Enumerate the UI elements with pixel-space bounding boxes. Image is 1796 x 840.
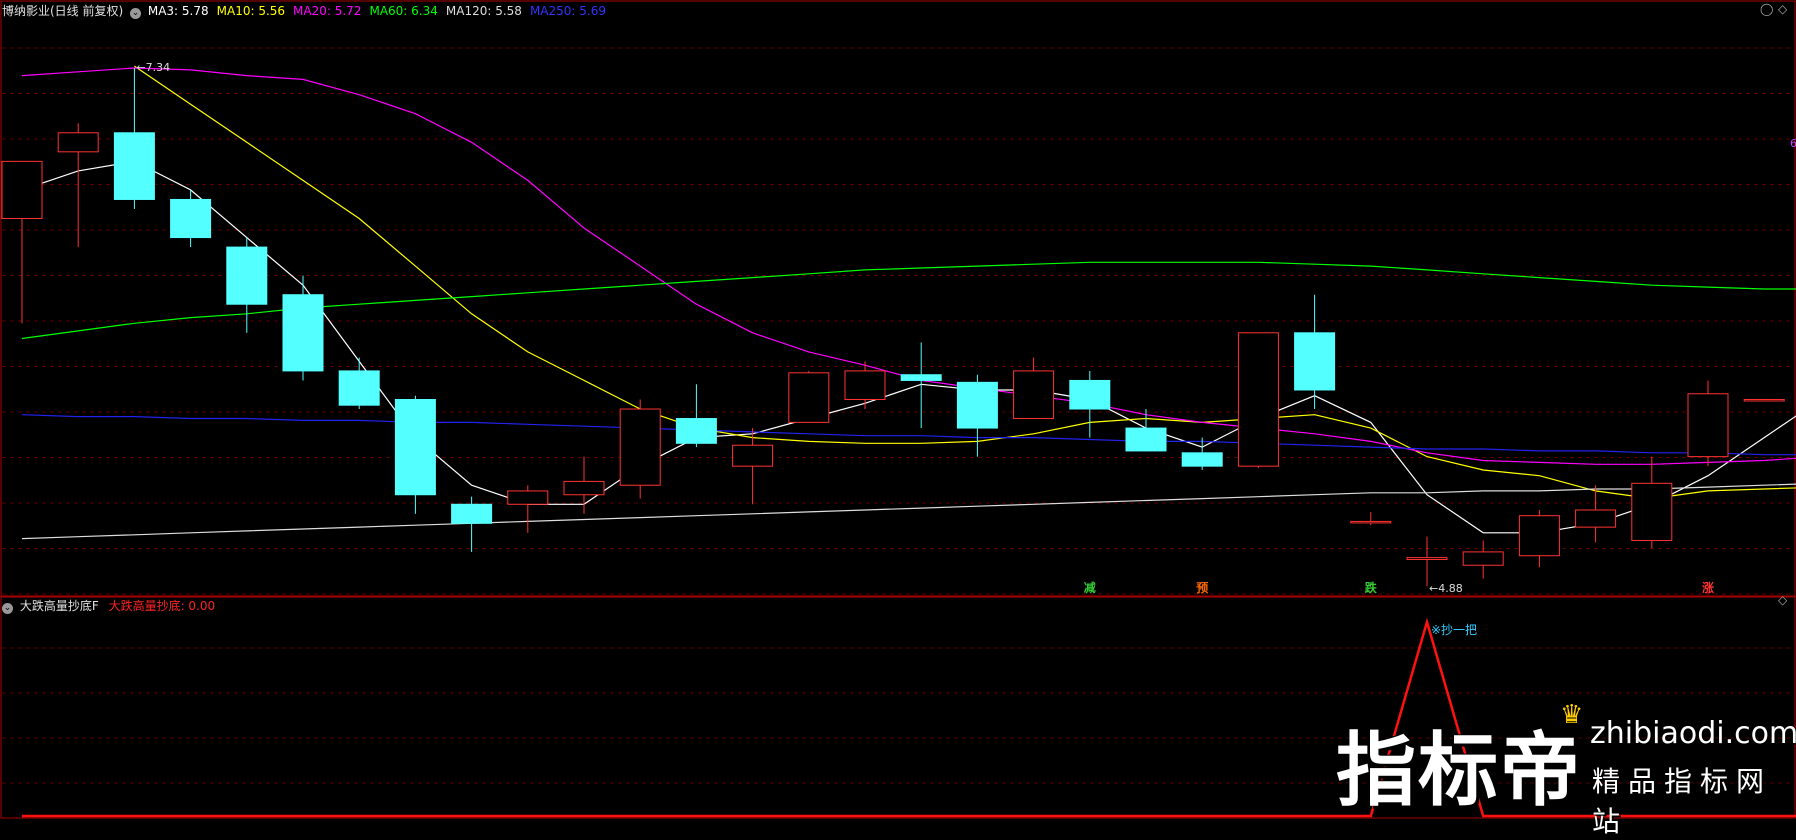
- watermark: 指标帝 zhibiaodi.com ♛ 精品指标网站: [1330, 700, 1796, 838]
- candle-body: [675, 418, 717, 444]
- candle-body: [338, 370, 380, 406]
- candle-body: [1013, 370, 1055, 420]
- candle-body: [1237, 332, 1279, 467]
- candle-body: [844, 370, 886, 400]
- ma-legend: MA3: 5.78 MA10: 5.56 MA20: 5.72 MA60: 6.34 M…: [148, 4, 614, 18]
- ma-line-ma20: [21, 67, 1796, 465]
- diamond-icon[interactable]: ◇: [1778, 2, 1787, 16]
- candle-body: [1069, 379, 1111, 410]
- ma-legend-item: MA250: 5.69: [529, 4, 606, 18]
- candle-body: [1631, 482, 1673, 541]
- right-edge-mark: 6: [1790, 137, 1796, 150]
- stock-title: 博纳影业(日线 前复权): [2, 4, 124, 18]
- candle-body: [1294, 332, 1336, 391]
- main-panel-border: [0, 0, 1796, 597]
- candle-body: [1575, 509, 1617, 528]
- candle-body: [507, 490, 549, 505]
- candle-body: [451, 503, 493, 524]
- sub-title: 大跌高量抄底F: [19, 599, 99, 613]
- signal-label: 涨: [1702, 580, 1714, 595]
- watermark-main: 指标帝: [1336, 724, 1582, 817]
- candle-body: [956, 381, 998, 429]
- signal-label: 跌: [1365, 580, 1378, 595]
- candle-body: [1462, 551, 1504, 566]
- signal-label: 预: [1196, 581, 1208, 595]
- candle-body: [788, 372, 830, 423]
- ma-legend-item: MA10: 5.56: [216, 4, 286, 18]
- candle-body: [1350, 520, 1392, 524]
- candle-body: [1743, 398, 1785, 402]
- sub-collapse-icon[interactable]: ⌄: [2, 603, 13, 614]
- ma-legend-item: MA120: 5.58: [445, 4, 522, 18]
- candle-body: [1125, 427, 1167, 452]
- ma-legend-item: MA3: 5.78: [147, 4, 209, 18]
- candle-body: [732, 444, 774, 467]
- candle-body: [1518, 515, 1560, 557]
- crown-icon: ♛: [1560, 700, 1584, 730]
- candle-body: [900, 374, 942, 381]
- watermark-url: zhibiaodi.com: [1590, 716, 1796, 751]
- high-price-label: ←7.34: [136, 61, 170, 74]
- settings-circle-icon[interactable]: ◯: [1760, 2, 1773, 16]
- main-header: 博纳影业(日线 前复权) ⌄ MA3: 5.78 MA10: 5.56 MA20: …: [2, 2, 614, 19]
- candle-body: [394, 398, 436, 496]
- low-price-label: ←4.88: [1429, 582, 1463, 595]
- ma-legend-item: MA60: 6.34: [369, 4, 438, 18]
- candle-body: [170, 198, 212, 239]
- candle-body: [1, 160, 43, 220]
- sub-diamond-icon[interactable]: ◇: [1778, 593, 1787, 607]
- collapse-icon[interactable]: ⌄: [130, 8, 142, 19]
- watermark-slogan: 精品指标网站: [1592, 765, 1773, 838]
- ma-legend-item: MA20: 5.72: [293, 4, 362, 18]
- candle-body: [619, 408, 661, 486]
- candle-body: [1687, 393, 1729, 458]
- candle-body: [57, 132, 99, 153]
- chart-stage: ※抄一把 ←7.34 ←4.88 减 预 跌 涨: [0, 0, 1796, 819]
- candle-body: [226, 246, 268, 305]
- candle-body: [282, 294, 324, 372]
- candle-body: [563, 480, 605, 496]
- candle-body: [113, 132, 155, 200]
- sub-series-label: 大跌高量抄底: 0.00: [108, 599, 216, 613]
- candle-body: [1406, 557, 1448, 561]
- candle-body: [1181, 452, 1223, 467]
- sub-annotation: ※抄一把: [1431, 623, 1477, 637]
- annotations: ←7.34 ←4.88 减 预 跌 涨: [136, 61, 1714, 595]
- ma-line-ma10: [134, 65, 1796, 500]
- sub-header: ⌄ 大跌高量抄底F 大跌高量抄底: 0.00: [2, 597, 215, 614]
- signal-label: 减: [1084, 580, 1096, 595]
- ma-line-ma250: [21, 414, 1796, 456]
- main-grid: [0, 0, 1796, 597]
